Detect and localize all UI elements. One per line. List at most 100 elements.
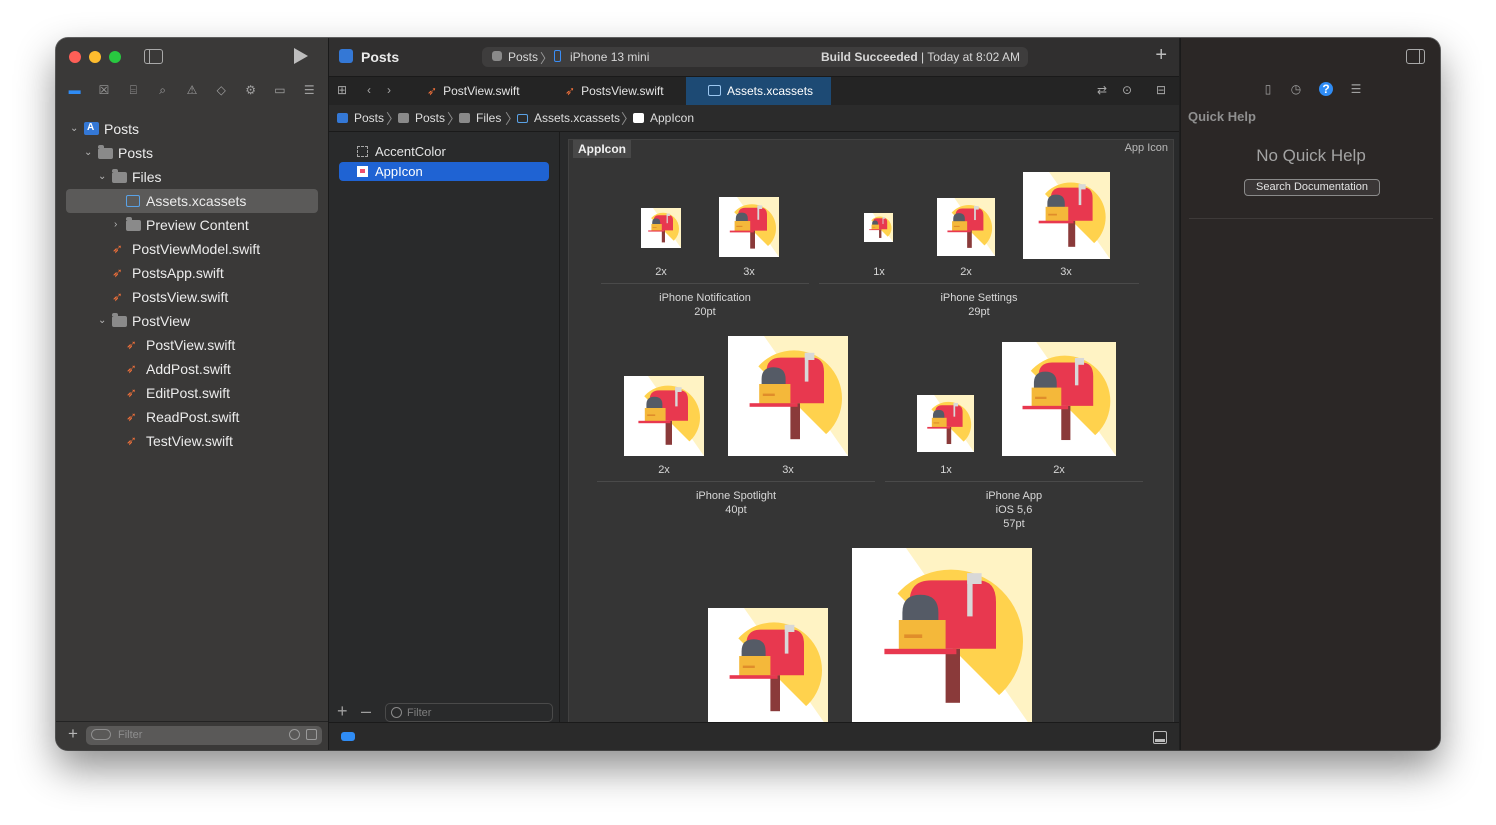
asset-catalog-icon bbox=[708, 85, 721, 96]
tree-item-label: Preview Content bbox=[146, 217, 249, 233]
tree-item-file[interactable]: ➶ ReadPost.swift bbox=[56, 405, 328, 429]
breakpoint-navigator-icon[interactable]: ▭ bbox=[272, 82, 288, 98]
tree-item-label: AddPost.swift bbox=[146, 361, 231, 377]
icon-slot-app-2x[interactable] bbox=[1002, 342, 1116, 456]
filter-options-icon[interactable] bbox=[91, 729, 111, 740]
quick-help-inspector-icon[interactable]: ? bbox=[1319, 82, 1333, 96]
search-documentation-button[interactable]: Search Documentation bbox=[1244, 179, 1380, 196]
group-subtitle: iOS 5,6 bbox=[995, 504, 1033, 516]
swap-icon[interactable]: ⇄ bbox=[1097, 83, 1107, 97]
mailbox-icon bbox=[852, 548, 1032, 724]
tab-postview-swift[interactable]: ➶ PostView.swift bbox=[427, 77, 557, 105]
icon-slot-notification-2x[interactable] bbox=[641, 208, 681, 248]
scale-label: 1x bbox=[873, 266, 885, 278]
source-control-navigator-icon[interactable]: ☒ bbox=[96, 82, 112, 98]
chevron-down-icon[interactable]: ⌄ bbox=[98, 309, 106, 333]
add-file-button[interactable]: + bbox=[68, 724, 78, 744]
tree-item-file[interactable]: ➶ PostView.swift bbox=[56, 333, 328, 357]
mailbox-icon bbox=[708, 608, 828, 724]
attributes-inspector-icon[interactable]: ☰ bbox=[1349, 82, 1363, 96]
icon-slot-notification-3x[interactable] bbox=[719, 197, 779, 257]
icon-slot-large-3x[interactable] bbox=[852, 548, 1032, 724]
icon-slot-settings-1x[interactable] bbox=[864, 213, 893, 242]
project-icon bbox=[339, 49, 353, 63]
tab-postsview-swift[interactable]: ➶ PostsView.swift bbox=[565, 77, 685, 105]
navigator-filter-input[interactable]: Filter bbox=[86, 726, 322, 745]
report-navigator-icon[interactable]: ☰ bbox=[301, 82, 317, 98]
inspector-title: Quick Help bbox=[1188, 109, 1256, 124]
history-inspector-icon[interactable]: ◷ bbox=[1289, 82, 1303, 96]
file-inspector-icon[interactable]: ▯ bbox=[1261, 82, 1275, 96]
remove-asset-button[interactable]: – bbox=[361, 701, 371, 722]
forward-icon[interactable]: › bbox=[387, 83, 391, 97]
icon-slot-app-1x[interactable] bbox=[917, 395, 974, 452]
tree-item-file[interactable]: ➶ PostsView.swift bbox=[56, 285, 328, 309]
tree-item-asset-catalog[interactable]: Assets.xcassets bbox=[66, 189, 318, 213]
editor-options-icon[interactable]: ⊙ bbox=[1122, 83, 1132, 97]
tree-item-group[interactable]: ⌄ PostView bbox=[56, 309, 328, 333]
breadcrumb-label: Posts bbox=[354, 111, 385, 125]
folder-icon bbox=[98, 145, 113, 159]
split-editor-icon[interactable]: ⊟ bbox=[1156, 83, 1166, 97]
tree-item-file[interactable]: ➶ PostsApp.swift bbox=[56, 261, 328, 285]
close-window-button[interactable] bbox=[69, 51, 81, 63]
group-divider bbox=[597, 481, 875, 482]
tree-item-file[interactable]: ➶ EditPost.swift bbox=[56, 381, 328, 405]
chevron-down-icon[interactable]: ⌄ bbox=[84, 141, 92, 165]
folder-icon bbox=[459, 113, 470, 123]
tree-item-group[interactable]: › Preview Content bbox=[56, 213, 328, 237]
group-divider bbox=[601, 283, 809, 284]
project-navigator-icon[interactable]: ▬ bbox=[67, 82, 83, 98]
asset-item-accentcolor[interactable]: AccentColor bbox=[339, 142, 549, 161]
destination-selector[interactable]: iPhone 13 mini bbox=[570, 50, 649, 64]
breakpoints-toggle-icon[interactable] bbox=[341, 732, 355, 741]
run-button[interactable] bbox=[294, 48, 308, 64]
tree-item-label: TestView.swift bbox=[146, 433, 233, 449]
tree-item-file[interactable]: ➶ PostViewModel.swift bbox=[56, 237, 328, 261]
back-icon[interactable]: ‹ bbox=[367, 83, 371, 97]
related-items-icon[interactable]: ⊞ bbox=[337, 83, 347, 97]
minimize-window-button[interactable] bbox=[89, 51, 101, 63]
breadcrumb-item[interactable]: Posts bbox=[398, 111, 445, 125]
breadcrumb-item[interactable]: Assets.xcassets bbox=[517, 111, 620, 125]
icon-slot-settings-3x[interactable] bbox=[1023, 172, 1110, 259]
sidebar-toggle-icon[interactable] bbox=[144, 49, 163, 64]
inspector-toggle-icon[interactable] bbox=[1406, 49, 1425, 64]
add-button[interactable]: + bbox=[1155, 44, 1167, 67]
breadcrumb-item[interactable]: AppIcon bbox=[633, 111, 694, 125]
tree-item-group[interactable]: ⌄ Posts bbox=[56, 141, 328, 165]
tree-item-label: PostsView.swift bbox=[132, 289, 229, 305]
tree-item-file[interactable]: ➶ TestView.swift bbox=[56, 429, 328, 453]
symbol-navigator-icon[interactable]: ⌸ bbox=[125, 82, 141, 98]
mailbox-icon bbox=[624, 376, 704, 456]
chevron-down-icon[interactable]: ⌄ bbox=[98, 165, 106, 189]
tab-assets-xcassets[interactable]: Assets.xcassets bbox=[686, 77, 831, 105]
quick-help-empty-message: No Quick Help bbox=[1256, 146, 1366, 165]
test-navigator-icon[interactable]: ◇ bbox=[213, 82, 229, 98]
tab-label: Assets.xcassets bbox=[727, 84, 814, 98]
recent-files-icon[interactable] bbox=[289, 729, 300, 740]
scheme-selector[interactable]: Posts bbox=[508, 50, 538, 64]
tree-item-group[interactable]: ⌄ Files bbox=[56, 165, 328, 189]
chevron-right-icon[interactable]: › bbox=[114, 213, 117, 237]
icon-slot-large-2x[interactable] bbox=[708, 608, 828, 724]
breadcrumb-item[interactable]: Files bbox=[459, 111, 501, 125]
icon-slot-spotlight-3x[interactable] bbox=[728, 336, 848, 456]
group-label: iPhone Settings 29pt bbox=[879, 291, 1079, 319]
add-asset-button[interactable]: + bbox=[337, 701, 348, 722]
asset-item-appicon[interactable]: AppIcon bbox=[339, 162, 549, 181]
debug-navigator-icon[interactable]: ⚙ bbox=[243, 82, 259, 98]
icon-slot-spotlight-2x[interactable] bbox=[624, 376, 704, 456]
chevron-down-icon[interactable]: ⌄ bbox=[70, 117, 78, 141]
tree-item-file[interactable]: ➶ AddPost.swift bbox=[56, 357, 328, 381]
issue-navigator-icon[interactable]: ⚠ bbox=[184, 82, 200, 98]
debug-area-toggle-icon[interactable] bbox=[1153, 731, 1167, 744]
icon-slot-settings-2x[interactable] bbox=[937, 198, 995, 256]
swift-file-icon: ➶ bbox=[112, 289, 123, 304]
asset-filter-input[interactable]: Filter bbox=[385, 703, 553, 722]
tree-item-project[interactable]: ⌄ Posts bbox=[56, 116, 328, 141]
breadcrumb-item[interactable]: Posts bbox=[337, 111, 384, 125]
find-navigator-icon[interactable]: ⌕ bbox=[155, 82, 171, 98]
source-control-filter-icon[interactable] bbox=[306, 729, 317, 740]
zoom-window-button[interactable] bbox=[109, 51, 121, 63]
